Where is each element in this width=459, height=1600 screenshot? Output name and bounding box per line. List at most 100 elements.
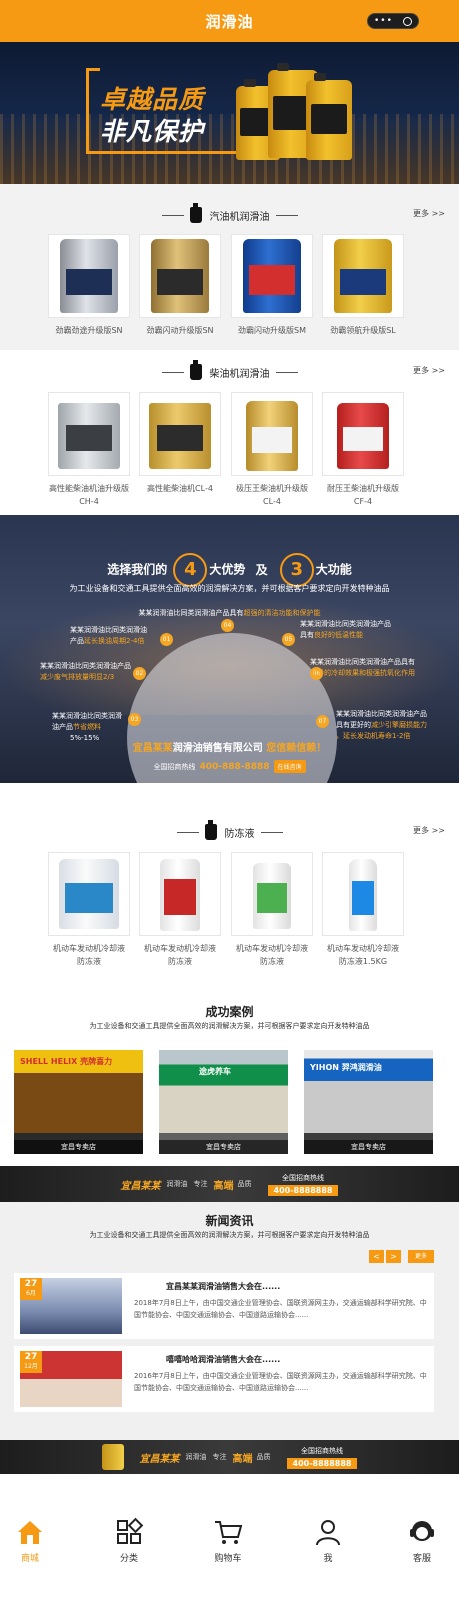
product-card[interactable]: 机动车发动机冷却液 防冻液 (48, 852, 130, 968)
product-card[interactable]: 高性能柴油机CL-4 (139, 392, 221, 495)
store-sign: SHELL HELIX 壳牌喜力 (20, 1057, 113, 1066)
category-icon (117, 1517, 144, 1544)
news-headline: 嘻嘻哈哈润滑油销售大会在...... (166, 1355, 281, 1364)
oil-jug-icon (101, 1444, 124, 1470)
product-name: 极压王柴油机升级版 CL-4 (236, 484, 308, 506)
more-link-gasoline[interactable]: 更多 >> (413, 208, 445, 219)
more-link-antifreeze[interactable]: 更多 >> (413, 825, 445, 836)
product-card[interactable]: 劲霸劲途升级版SN (48, 234, 130, 337)
case-caption: 宜昌专卖店 (14, 1140, 143, 1154)
product-image (231, 852, 313, 936)
home-icon (18, 1521, 42, 1544)
tab-cart[interactable]: 购物车 (198, 1517, 258, 1564)
product-card[interactable]: 机动车发动机冷却液 防冻液1.5KG (322, 852, 404, 968)
advantages-subtitle: 为工业设备和交通工具提供全面高效的润滑解决方案，并可根据客户要求定向开发特种油品 (69, 584, 390, 593)
badge-07: 07 (316, 715, 329, 728)
case-caption: 宜昌专卖店 (159, 1140, 288, 1154)
news-prev-button[interactable]: < (369, 1250, 384, 1263)
miniprogram-capsule[interactable]: ••• (367, 13, 419, 29)
product-card[interactable]: 机动车发动机冷却液 防冻液 (231, 852, 313, 968)
company-slogan: 宜昌某某润滑油销售有限公司 您信赖信赖！ (132, 743, 327, 754)
news-item[interactable]: 27 6月 宜昌某某润滑油销售大会在...... 2018年7月8日上午，由中国… (14, 1273, 434, 1339)
product-card[interactable]: 耐压王柴油机升级版 CF-4 (322, 392, 404, 508)
news-date: 27 6月 (20, 1278, 42, 1300)
advantage-point-2: 某某润滑油比同类润滑油产品 减少废气排放量明显2/3 (40, 662, 131, 681)
news-next-button[interactable]: > (386, 1250, 401, 1263)
product-name: 劲霸劲途升级版SN (55, 326, 123, 335)
advantages-intro: 某某润滑油比同类润滑油产品具有超强的清洁功能和保护能 (138, 609, 321, 617)
oil-bottle-icon (189, 360, 202, 380)
news-item[interactable]: 27 12月 嘻嘻哈哈润滑油销售大会在...... 2016年7月8日上午，由中… (14, 1346, 434, 1412)
tab-service[interactable]: 客服 (392, 1517, 452, 1564)
product-card[interactable]: 机动车发动机冷却液 防冻液 (139, 852, 221, 968)
advantage-point-1: 某某润滑油比同类润滑油 产品延长换油周期2-4倍 (70, 626, 147, 645)
badge-04: 04 (221, 619, 234, 632)
product-name: 高性能柴油机CL-4 (147, 484, 213, 493)
product-image (322, 234, 404, 318)
news-headline: 宜昌某某润滑油销售大会在...... (166, 1282, 281, 1291)
store-sign: YIHON 羿鸿润滑油 (310, 1063, 382, 1072)
hotline-banner[interactable]: 宜昌某某 润滑油 专注 高端 品质 全国招商热线 400-8888888 (0, 1166, 459, 1202)
product-image (48, 852, 130, 936)
product-card[interactable]: 高性能柴油机油升级版 CH-4 (48, 392, 130, 508)
hotline-row: 全国招商热线 400-888-8888 在线咨询 (0, 760, 459, 773)
product-name: 劲霸闪动升级版SN (146, 326, 214, 335)
section-header-antifreeze: 防冻液 (0, 820, 459, 844)
oil-bottle-icon (189, 203, 202, 223)
case-card[interactable]: SHELL HELIX 壳牌喜力 宜昌专卖店 (14, 1050, 143, 1154)
consult-button[interactable]: 在线咨询 (273, 760, 306, 773)
store-sign: 途虎养车 (199, 1067, 231, 1076)
tab-home[interactable]: 商城 (0, 1517, 60, 1564)
product-image (139, 852, 221, 936)
hotline-number[interactable]: 400-8888888 (286, 1457, 358, 1469)
tab-me[interactable]: 我 (298, 1517, 358, 1564)
close-circle-icon[interactable] (403, 16, 412, 26)
oil-bottle-icon (204, 820, 217, 840)
cart-icon (215, 1521, 243, 1544)
case-caption: 宜昌专卖店 (304, 1140, 433, 1154)
more-dots-icon[interactable]: ••• (374, 16, 393, 26)
product-image (231, 392, 313, 476)
advantage-point-4: 某某润滑油比同类润滑油产品 具有良好的低温性能 (300, 620, 391, 639)
case-card[interactable]: 途虎养车 宜昌专卖店 (159, 1050, 288, 1154)
customer-service-icon (410, 1521, 434, 1541)
case-card[interactable]: YIHON 羿鸿润滑油 宜昌专卖店 (304, 1050, 433, 1154)
news-summary: 2018年7月8日上午，由中国交通企业管理协会、国联资源网主办，交通运输部科学研… (134, 1299, 427, 1319)
hero-banner[interactable]: 卓越品质 非凡保护 (0, 42, 459, 184)
section-title: 柴油机润滑油 (209, 368, 270, 380)
advantages-panel: 选择我们的 4 大优势 及 3 大功能 为工业设备和交通工具提供全面高效的润滑解决方… (0, 515, 459, 783)
product-image (48, 392, 130, 476)
product-card[interactable]: 劲霸闪动升级版SM (231, 234, 313, 337)
hotline-number[interactable]: 400-8888888 (267, 1184, 339, 1196)
news-subtitle: 为工业设备和交通工具提供全面高效的润滑解决方案，并可根据客户要求定向开发特种油品 (89, 1231, 370, 1239)
advantages-heading: 选择我们的 4 大优势 及 3 大功能 (0, 553, 459, 587)
cases-title: 成功案例 (205, 1005, 254, 1019)
advantage-point-6: 某某润滑油比同类润滑油产品 具有更好的减少引擎磨损能力 ，延长发动机寿命1-2倍 (336, 710, 427, 740)
banner-slogan-2: 非凡保护 (100, 117, 205, 146)
header-bar: 润滑油 ••• (0, 0, 459, 42)
product-name: 机动车发动机冷却液 防冻液 (236, 944, 308, 966)
product-image (322, 392, 404, 476)
news-more-button[interactable]: 更多 (408, 1250, 434, 1263)
tab-category[interactable]: 分类 (99, 1517, 159, 1564)
product-name: 劲霸领航升级版SL (330, 326, 396, 335)
page-title: 润滑油 (205, 12, 254, 31)
cases-subtitle: 为工业设备和交通工具提供全面高效的润滑解决方案，并可根据客户要求定向开发特种油品 (89, 1022, 370, 1030)
news-summary: 2016年7月8日上午，由中国交通企业管理协会、国联资源网主办，交通运输部科学研… (134, 1372, 427, 1392)
section-title: 汽油机润滑油 (209, 211, 270, 223)
bottom-tab-bar: 商城 分类 购物车 我 客服 (0, 1505, 459, 1600)
product-card[interactable]: 劲霸闪动升级版SN (139, 234, 221, 337)
section-header-gasoline: 汽油机润滑油 (0, 203, 459, 227)
product-image (48, 234, 130, 318)
product-name: 机动车发动机冷却液 防冻液1.5KG (327, 944, 399, 966)
product-name: 劲霸闪动升级版SM (238, 326, 306, 335)
product-card[interactable]: 极压王柴油机升级版 CL-4 (231, 392, 313, 508)
page: 润滑油 ••• 卓越品质 非凡保护 汽油机润滑油 更多 >> 劲霸劲途升级版SN (0, 0, 459, 1600)
product-image (139, 234, 221, 318)
product-card[interactable]: 劲霸领航升级版SL (322, 234, 404, 337)
product-image (322, 852, 404, 936)
hotline-banner[interactable]: 宜昌某某 润滑油 专注 高端 品质 全国招商热线 400-8888888 (0, 1440, 459, 1474)
more-link-diesel[interactable]: 更多 >> (413, 365, 445, 376)
oil-jug-image (306, 73, 352, 160)
hotline-number[interactable]: 400-888-8888 (199, 762, 269, 772)
